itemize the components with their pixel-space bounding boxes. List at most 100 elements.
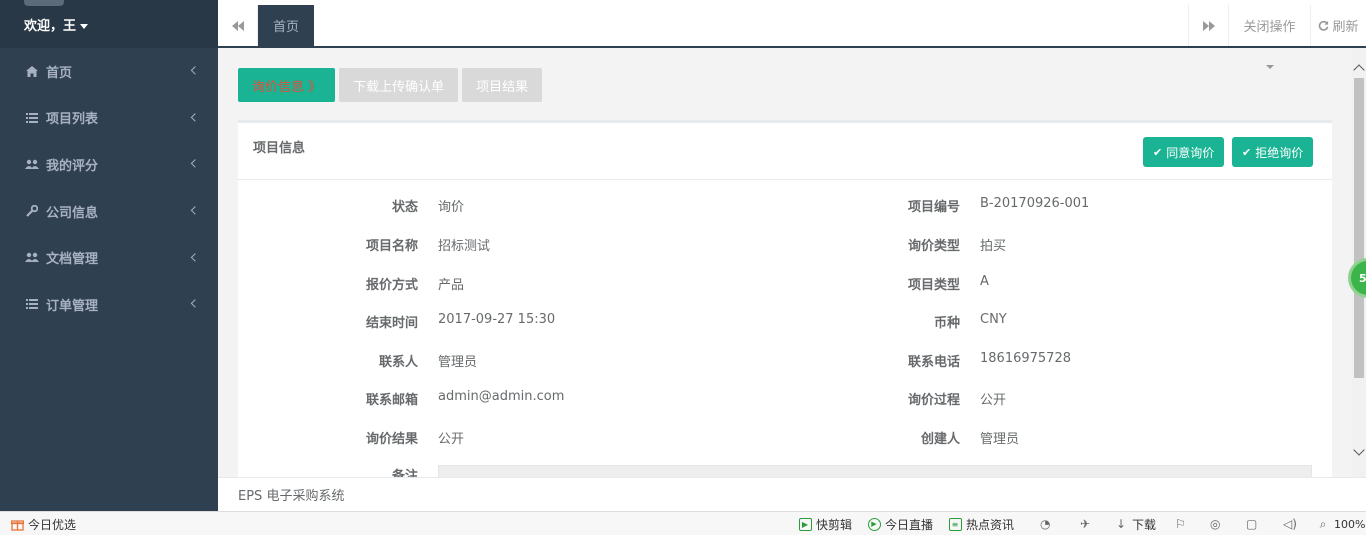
- reject-inquiry-label: 拒绝询价: [1255, 145, 1304, 160]
- refresh-button[interactable]: 刷新: [1310, 5, 1366, 46]
- download-button[interactable]: ↓ 下载: [1114, 512, 1156, 535]
- tab-scroll-right-button[interactable]: [1188, 5, 1228, 46]
- scroll-up-icon[interactable]: [1353, 64, 1365, 76]
- quick-clip-button[interactable]: ▶ 快剪辑: [798, 512, 852, 535]
- live-label: 今日直播: [885, 517, 934, 532]
- field-label: 报价方式: [365, 278, 418, 293]
- caret-down-icon[interactable]: [1266, 65, 1274, 69]
- play-circle-icon: ▶: [867, 517, 881, 531]
- field-row: 询价结果 公开 创建人 管理员: [238, 428, 1332, 448]
- forward-icon: [1202, 20, 1215, 31]
- step-inquiry-info[interactable]: 询价信息 》: [238, 68, 336, 102]
- quick-clip-label: 快剪辑: [816, 517, 853, 532]
- close-operations-button[interactable]: 关闭操作: [1228, 5, 1310, 46]
- tab-scroll-left-button[interactable]: [218, 5, 258, 46]
- field-row: 项目名称 招标测试 询价类型 拍买: [238, 235, 1332, 255]
- project-info-panel: 项目信息 ✔ 同意询价 ✔ 拒绝询价 状态 询价 项目编号 B-20170926-0…: [238, 120, 1332, 477]
- download-label: 下载: [1132, 517, 1157, 532]
- field-label: 项目编号: [907, 200, 960, 215]
- user-menu[interactable]: 欢迎，王: [24, 15, 89, 34]
- field-label: 结束时间: [365, 316, 418, 331]
- browser-icon[interactable]: ◎: [1210, 512, 1220, 535]
- scroll-down-icon[interactable]: [1353, 444, 1365, 456]
- tab-home[interactable]: 首页: [258, 5, 314, 46]
- remark-label: 备注: [391, 469, 418, 477]
- backward-icon: [231, 20, 244, 31]
- sidebar-item-document-management[interactable]: 文档管理: [0, 234, 218, 281]
- step-download-upload-confirmation[interactable]: 下载上传确认单: [339, 68, 459, 102]
- rocket-icon[interactable]: ✈: [1080, 512, 1090, 535]
- field-label: 联系电话: [907, 355, 960, 370]
- field-label: 询价过程: [907, 393, 960, 408]
- chevron-left-icon: [190, 206, 200, 215]
- sidebar-item-my-rating[interactable]: 我的评分: [0, 141, 218, 188]
- field-value: 产品: [438, 278, 465, 293]
- field-row: 结束时间 2017-09-27 15:30 币种 CNY: [238, 312, 1332, 332]
- field-row: 报价方式 产品 项目类型 A: [238, 274, 1332, 294]
- zoom-control[interactable]: ⌕ 100%: [1316, 512, 1366, 535]
- field-value: admin@admin.com: [438, 389, 565, 404]
- refresh-label: 刷新: [1332, 20, 1359, 35]
- tab-bar: 首页 关闭操作 刷新: [218, 0, 1366, 48]
- today-pick-button[interactable]: 今日优选: [10, 512, 76, 535]
- window-icon[interactable]: ▢: [1246, 512, 1257, 535]
- field-label: 询价类型: [907, 239, 960, 254]
- field-label: 联系人: [378, 355, 418, 370]
- avatar[interactable]: [24, 0, 64, 6]
- field-label: 状态: [391, 200, 418, 215]
- field-value: 2017-09-27 15:30: [438, 312, 556, 327]
- flag-icon[interactable]: ⚐: [1175, 512, 1186, 535]
- live-button[interactable]: ▶ 今日直播: [867, 512, 933, 535]
- field-value: 管理员: [438, 355, 478, 370]
- sidebar-item-home[interactable]: 首页: [0, 48, 218, 95]
- sidebar-item-label: 首页: [46, 65, 73, 81]
- sidebar-item-project-list[interactable]: 项目列表: [0, 95, 218, 142]
- sidebar-header: 欢迎，王: [0, 0, 218, 48]
- field-value: B-20170926-001: [980, 196, 1090, 211]
- step-tabs: 询价信息 》 下载上传确认单 项目结果: [238, 68, 543, 102]
- field-value: A: [980, 274, 989, 289]
- step-project-result[interactable]: 项目结果: [462, 68, 543, 102]
- sidebar-item-order-management[interactable]: 订单管理: [0, 281, 218, 328]
- field-label: 联系邮箱: [365, 393, 418, 408]
- users-icon: [24, 251, 40, 265]
- today-pick-label: 今日优选: [28, 517, 77, 532]
- hot-news-label: 热点资讯: [966, 517, 1015, 532]
- main-content: 询价信息 》 下载上传确认单 项目结果 项目信息 ✔ 同意询价 ✔ 拒绝询价 状态 …: [218, 48, 1352, 477]
- sidebar-item-label: 订单管理: [46, 298, 99, 314]
- sidebar-item-label: 文档管理: [46, 252, 99, 268]
- field-row: 状态 询价 项目编号 B-20170926-001: [238, 196, 1332, 216]
- sidebar-item-company-info[interactable]: 公司信息: [0, 188, 218, 235]
- field-row: 联系人 管理员 联系电话 18616975728: [238, 351, 1332, 371]
- field-value: 管理员: [980, 432, 1020, 447]
- users-icon: [24, 157, 40, 171]
- home-icon: [24, 64, 40, 78]
- scrollbar-thumb[interactable]: [1354, 78, 1364, 378]
- list-icon: [24, 297, 40, 311]
- volume-icon[interactable]: ◁): [1283, 512, 1297, 535]
- chevron-left-icon: [190, 159, 200, 169]
- field-value: CNY: [980, 312, 1007, 327]
- chevron-left-icon: [190, 299, 200, 308]
- remark-textarea[interactable]: [438, 465, 1312, 477]
- field-label: 项目类型: [907, 278, 960, 293]
- speed-icon[interactable]: ◔: [1040, 512, 1050, 535]
- footer: EPS 电子采购系统: [218, 477, 1366, 511]
- field-row: 联系邮箱 admin@admin.com 询价过程 公开: [238, 389, 1332, 409]
- field-value: 18616975728: [980, 351, 1071, 366]
- check-icon: ✔: [1153, 145, 1163, 159]
- refresh-icon: [1319, 20, 1329, 31]
- magnifier-icon: ⌕: [1319, 516, 1327, 531]
- news-icon: ≡: [948, 517, 962, 531]
- caret-down-icon: [80, 24, 89, 29]
- list-icon: [24, 111, 40, 125]
- gift-icon: [10, 517, 24, 531]
- hot-news-button[interactable]: ≡ 热点资讯: [948, 512, 1014, 535]
- field-label: 币种: [933, 316, 960, 331]
- agree-inquiry-button[interactable]: ✔ 同意询价: [1143, 137, 1225, 167]
- sidebar: 欢迎，王 首页 项目列表 我的评分 公司信息 文档管理 订单管理: [0, 0, 218, 511]
- reject-inquiry-button[interactable]: ✔ 拒绝询价: [1232, 137, 1314, 167]
- sidebar-item-label: 项目列表: [46, 112, 99, 128]
- zoom-label: 100%: [1334, 517, 1366, 531]
- welcome-text: 欢迎，王: [24, 19, 77, 34]
